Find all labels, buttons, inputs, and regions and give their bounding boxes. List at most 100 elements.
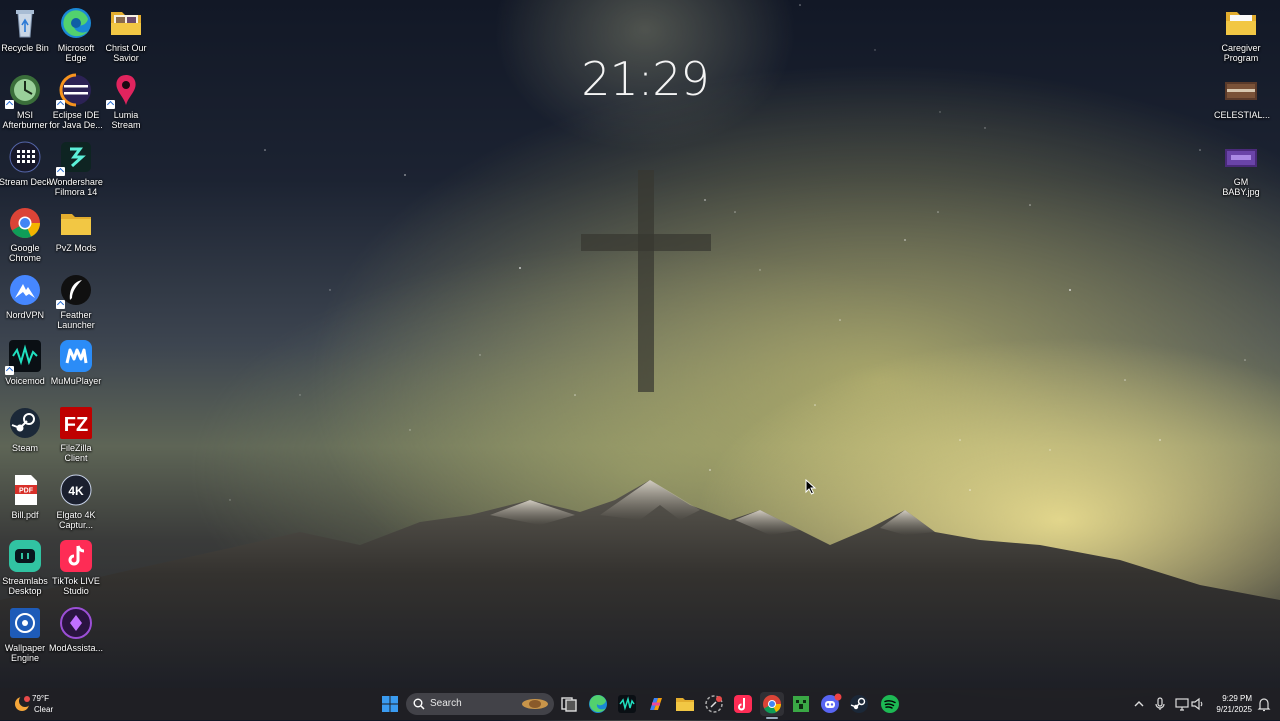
folder-icon [108, 5, 144, 41]
desktop-icon-label: TikTok LIVE Studio [52, 576, 100, 596]
folder-icon [676, 698, 694, 711]
desktop-icon-nordvpn[interactable]: NordVPN [0, 272, 52, 320]
streamlabs-icon [7, 538, 43, 574]
task-view-button[interactable] [557, 692, 581, 716]
search-highlight-icon [522, 699, 548, 709]
desktop-icon-bill-pdf[interactable]: PDF Bill.pdf [0, 472, 52, 520]
feather-icon [56, 272, 94, 309]
discord-icon [821, 693, 842, 713]
taskbar-discord[interactable] [818, 692, 842, 716]
desktop-icon-eclipse[interactable]: Eclipse IDE for Java De... [49, 72, 103, 130]
desktop-icon-label: Streamlabs Desktop [2, 576, 48, 596]
desktop-icon-label: Eclipse IDE for Java De... [49, 110, 103, 130]
desktop-icon-christ-our-savior[interactable]: Christ Our Savior [99, 5, 153, 63]
shortcut-arrow-icon [5, 366, 14, 375]
shortcut-arrow-icon [106, 100, 115, 109]
desktop-icon-streamlabs[interactable]: Streamlabs Desktop [0, 538, 52, 596]
recycle-bin-icon [7, 5, 43, 41]
taskbar-copilot[interactable] [644, 692, 668, 716]
desktop-icon-label: Microsoft Edge [57, 43, 95, 63]
desktop-icon-recycle-bin[interactable]: Recycle Bin [0, 5, 52, 53]
desktop-icon-label: Lumia Stream [111, 110, 141, 130]
cross-horizontal [581, 234, 711, 251]
notifications-button[interactable] [1252, 692, 1276, 716]
tiktok-live-icon [58, 538, 94, 574]
desktop-icon-steam[interactable]: Steam [0, 405, 52, 453]
windows-logo-icon [382, 696, 398, 712]
desktop-icon-label: Wallpaper Engine [4, 643, 46, 663]
taskbar-steam[interactable] [847, 692, 871, 716]
filezilla-icon: FZ [58, 405, 94, 441]
taskbar-clock[interactable]: 9:29 PM 9/21/2025 [1206, 693, 1252, 715]
desktop-icon-filezilla[interactable]: FZ FileZilla Client [49, 405, 103, 463]
minecraft-icon [793, 696, 809, 712]
snipping-tool-icon [705, 695, 723, 713]
taskbar-tiktok-live[interactable] [731, 692, 755, 716]
desktop-icon-label: Google Chrome [8, 243, 41, 263]
taskbar-minecraft[interactable] [789, 692, 813, 716]
notification-bell-icon [1257, 698, 1271, 712]
desktop-icon-lumia-stream[interactable]: Lumia Stream [99, 72, 153, 130]
desktop-icon-microsoft-edge[interactable]: Microsoft Edge [49, 5, 103, 63]
desktop-icon-label: Bill.pdf [11, 510, 39, 520]
image-file-icon [1223, 72, 1259, 108]
desktop-icon-pvz-mods[interactable]: PvZ Mods [49, 205, 103, 253]
microphone-tray-button[interactable] [1148, 692, 1172, 716]
taskbar-spotify[interactable] [878, 692, 902, 716]
wallpaper-engine-icon [7, 605, 43, 641]
taskbar-time: 9:29 PM [1222, 694, 1252, 703]
desktop-icon-voicemod[interactable]: Voicemod [0, 338, 52, 386]
desktop-icon-modassistant[interactable]: ModAssista... [49, 605, 103, 653]
taskbar-voicemod[interactable] [615, 692, 639, 716]
desktop-icon-label: PvZ Mods [55, 243, 97, 253]
desktop-icon-label: MSI Afterburner [2, 110, 48, 130]
desktop-icon-label: GM BABY.jpg [1222, 177, 1260, 197]
taskbar-snipping-tool[interactable] [702, 692, 726, 716]
steam-icon [7, 405, 43, 441]
desktop-icon-stream-deck[interactable]: Stream Deck [0, 139, 52, 187]
weather-widget[interactable]: 79°F Clear [10, 692, 70, 716]
search-icon [413, 698, 425, 710]
desktop-icon-filmora[interactable]: Wondershare Filmora 14 [49, 139, 103, 197]
shortcut-arrow-icon [56, 300, 65, 309]
modassistant-icon [58, 605, 94, 641]
desktop-icon-google-chrome[interactable]: Google Chrome [0, 205, 52, 263]
desktop-icon-label: Elgato 4K Captur... [56, 510, 96, 530]
steam-icon [850, 695, 868, 713]
desktop-icon-label: Steam [11, 443, 38, 453]
filmora-icon [56, 139, 94, 176]
wallpaper-clock: 21:29 [581, 52, 710, 106]
desktop-icon-msi-afterburner[interactable]: MSI Afterburner [0, 72, 52, 130]
desktop-icon-gm-baby[interactable]: GM BABY.jpg [1214, 139, 1268, 197]
desktop-icon-tiktok-live-studio[interactable]: TikTok LIVE Studio [49, 538, 103, 596]
taskbar-file-explorer[interactable] [673, 692, 697, 716]
desktop-icon-caregiver-program[interactable]: Caregiver Program [1214, 5, 1268, 63]
taskbar-date: 9/21/2025 [1216, 705, 1252, 714]
shortcut-arrow-icon [56, 167, 65, 176]
desktop-icon-celestial[interactable]: CELESTIAL... [1214, 72, 1271, 120]
chrome-icon [763, 695, 781, 714]
folder-icon [1223, 5, 1259, 41]
weather-temperature: 79°F [32, 694, 49, 703]
taskbar-edge[interactable] [586, 692, 610, 716]
shortcut-arrow-icon [5, 100, 14, 109]
desktop-icon-label: CELESTIAL... [1214, 110, 1271, 120]
desktop-icon-elgato[interactable]: 4K Elgato 4K Captur... [49, 472, 103, 530]
desktop-icon-label: NordVPN [5, 310, 44, 320]
copilot-icon [650, 698, 662, 710]
desktop-icon-label: Caregiver Program [1221, 43, 1261, 63]
svg-text:4K: 4K [68, 484, 84, 498]
folder-icon [58, 205, 94, 241]
desktop-icon-wallpaper-engine[interactable]: Wallpaper Engine [0, 605, 52, 663]
svg-text:PDF: PDF [19, 488, 34, 495]
voicemod-icon [618, 695, 636, 713]
edge-icon [58, 5, 94, 41]
desktop-icon-mumuplayer[interactable]: MuMuPlayer [49, 338, 103, 386]
taskbar-search[interactable]: Search [406, 693, 554, 715]
desktop-icon-feather-launcher[interactable]: Feather Launcher [49, 272, 103, 330]
microphone-icon [1155, 697, 1165, 710]
msi-afterburner-icon [5, 72, 43, 109]
spotify-icon [881, 695, 899, 713]
start-button[interactable] [378, 692, 402, 716]
taskbar-chrome[interactable] [760, 692, 784, 716]
